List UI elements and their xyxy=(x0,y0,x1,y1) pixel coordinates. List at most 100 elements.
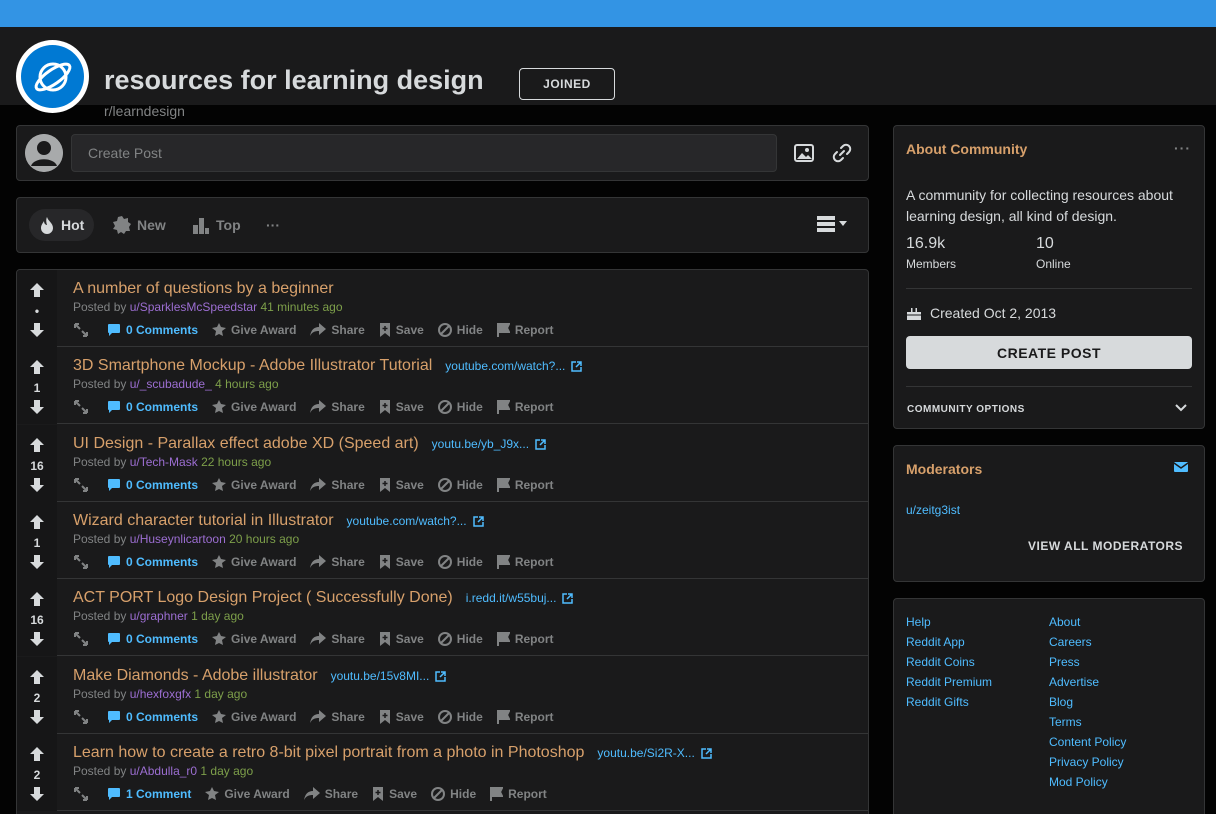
post-title[interactable]: A number of questions by a beginner xyxy=(73,280,334,298)
post-author[interactable]: u/_scubadude_ xyxy=(130,377,215,391)
report-button[interactable]: Report xyxy=(490,787,547,801)
sort-hot-button[interactable]: Hot xyxy=(29,209,95,241)
community-options-toggle[interactable]: COMMUNITY OPTIONS xyxy=(907,404,1025,415)
give-award-button[interactable]: Give Award xyxy=(212,400,296,414)
post-author[interactable]: u/Abdulla_r0 xyxy=(130,764,201,778)
comments-button[interactable]: 0 Comments xyxy=(107,632,198,646)
save-button[interactable]: Save xyxy=(379,555,424,569)
user-avatar[interactable] xyxy=(25,134,63,172)
post-external-link[interactable]: youtu.be/Si2R-X... xyxy=(597,746,712,760)
expand-icon[interactable] xyxy=(73,399,89,415)
footer-link[interactable]: Terms xyxy=(1049,715,1082,729)
footer-link[interactable]: Mod Policy xyxy=(1049,775,1108,789)
comments-button[interactable]: 0 Comments xyxy=(107,555,198,569)
footer-link[interactable]: Careers xyxy=(1049,635,1092,649)
share-button[interactable]: Share xyxy=(310,400,365,414)
moderator-link[interactable]: u/zeitg3ist xyxy=(906,503,960,517)
post-author[interactable]: u/SparklesMcSpeedstar xyxy=(130,300,261,314)
view-all-moderators-button[interactable]: VIEW ALL MODERATORS xyxy=(1028,539,1183,553)
expand-icon[interactable] xyxy=(73,322,89,338)
report-button[interactable]: Report xyxy=(496,400,553,414)
footer-link[interactable]: Reddit App xyxy=(906,635,965,649)
report-button[interactable]: Report xyxy=(496,323,553,337)
post-external-link[interactable]: youtu.be/yb_J9x... xyxy=(432,437,546,451)
downvote-icon[interactable] xyxy=(29,477,45,493)
more-options-icon[interactable]: ··· xyxy=(1174,140,1191,156)
downvote-icon[interactable] xyxy=(29,631,45,647)
post-title[interactable]: ACT PORT Logo Design Project ( Successfu… xyxy=(73,589,453,607)
comments-button[interactable]: 0 Comments xyxy=(107,400,198,414)
post-author[interactable]: u/hexfoxgfx xyxy=(130,687,195,701)
post-card[interactable]: 16 ACT PORT Logo Design Project ( Succes… xyxy=(17,579,868,656)
post-card[interactable]: • A number of questions by a beginner Po… xyxy=(17,270,868,347)
upvote-icon[interactable] xyxy=(29,746,45,762)
footer-link[interactable]: About xyxy=(1049,615,1080,629)
hide-button[interactable]: Hide xyxy=(437,555,483,569)
report-button[interactable]: Report xyxy=(496,632,553,646)
post-title[interactable]: 3D Smartphone Mockup - Adobe Illustrator… xyxy=(73,357,432,375)
post-external-link[interactable]: youtu.be/15v8MI... xyxy=(331,669,447,683)
upvote-icon[interactable] xyxy=(29,591,45,607)
post-card[interactable]: 1 Wizard character tutorial in Illustrat… xyxy=(17,502,868,579)
expand-icon[interactable] xyxy=(73,786,89,802)
post-title[interactable]: Wizard character tutorial in Illustrator xyxy=(73,512,334,530)
share-button[interactable]: Share xyxy=(310,478,365,492)
chevron-down-icon[interactable] xyxy=(1174,401,1188,415)
share-button[interactable]: Share xyxy=(303,787,358,801)
report-button[interactable]: Report xyxy=(496,555,553,569)
image-upload-icon[interactable] xyxy=(792,141,816,165)
post-author[interactable]: u/Tech-Mask xyxy=(130,455,201,469)
share-button[interactable]: Share xyxy=(310,632,365,646)
comments-button[interactable]: 1 Comment xyxy=(107,787,191,801)
downvote-icon[interactable] xyxy=(29,554,45,570)
downvote-icon[interactable] xyxy=(29,709,45,725)
view-layout-dropdown[interactable] xyxy=(817,216,847,232)
footer-link[interactable]: Reddit Gifts xyxy=(906,695,969,709)
post-title[interactable]: Make Diamonds - Adobe illustrator xyxy=(73,667,318,685)
mail-icon[interactable] xyxy=(1173,460,1189,474)
post-external-link[interactable]: i.redd.it/w55buj... xyxy=(466,591,574,605)
post-card[interactable]: 2 Learn how to create a retro 8-bit pixe… xyxy=(17,734,868,811)
comments-button[interactable]: 0 Comments xyxy=(107,710,198,724)
give-award-button[interactable]: Give Award xyxy=(212,710,296,724)
sort-more-button[interactable]: ··· xyxy=(256,209,290,241)
downvote-icon[interactable] xyxy=(29,399,45,415)
sort-top-button[interactable]: Top xyxy=(182,209,251,241)
create-post-input[interactable] xyxy=(71,134,777,172)
report-button[interactable]: Report xyxy=(496,478,553,492)
link-icon[interactable] xyxy=(830,141,854,165)
save-button[interactable]: Save xyxy=(379,710,424,724)
footer-link[interactable]: Reddit Premium xyxy=(906,675,992,689)
post-card[interactable]: 16 UI Design - Parallax effect adobe XD … xyxy=(17,425,868,502)
upvote-icon[interactable] xyxy=(29,282,45,298)
downvote-icon[interactable] xyxy=(29,786,45,802)
post-title[interactable]: UI Design - Parallax effect adobe XD (Sp… xyxy=(73,435,419,453)
hide-button[interactable]: Hide xyxy=(437,323,483,337)
upvote-icon[interactable] xyxy=(29,437,45,453)
hide-button[interactable]: Hide xyxy=(437,478,483,492)
upvote-icon[interactable] xyxy=(29,514,45,530)
give-award-button[interactable]: Give Award xyxy=(212,478,296,492)
expand-icon[interactable] xyxy=(73,477,89,493)
sort-new-button[interactable]: New xyxy=(103,209,176,241)
footer-link[interactable]: Blog xyxy=(1049,695,1073,709)
share-button[interactable]: Share xyxy=(310,555,365,569)
give-award-button[interactable]: Give Award xyxy=(212,323,296,337)
post-author[interactable]: u/graphner xyxy=(130,609,191,623)
share-button[interactable]: Share xyxy=(310,323,365,337)
joined-button[interactable]: JOINED xyxy=(519,68,615,100)
upvote-icon[interactable] xyxy=(29,669,45,685)
footer-link[interactable]: Privacy Policy xyxy=(1049,755,1124,769)
hide-button[interactable]: Hide xyxy=(437,710,483,724)
hide-button[interactable]: Hide xyxy=(437,400,483,414)
upvote-icon[interactable] xyxy=(29,359,45,375)
post-card[interactable]: 2 Make Diamonds - Adobe illustrator yout… xyxy=(17,657,868,734)
footer-link[interactable]: Help xyxy=(906,615,931,629)
footer-link[interactable]: Advertise xyxy=(1049,675,1099,689)
expand-icon[interactable] xyxy=(73,709,89,725)
save-button[interactable]: Save xyxy=(372,787,417,801)
footer-link[interactable]: Reddit Coins xyxy=(906,655,975,669)
hide-button[interactable]: Hide xyxy=(437,632,483,646)
report-button[interactable]: Report xyxy=(496,710,553,724)
comments-button[interactable]: 0 Comments xyxy=(107,478,198,492)
